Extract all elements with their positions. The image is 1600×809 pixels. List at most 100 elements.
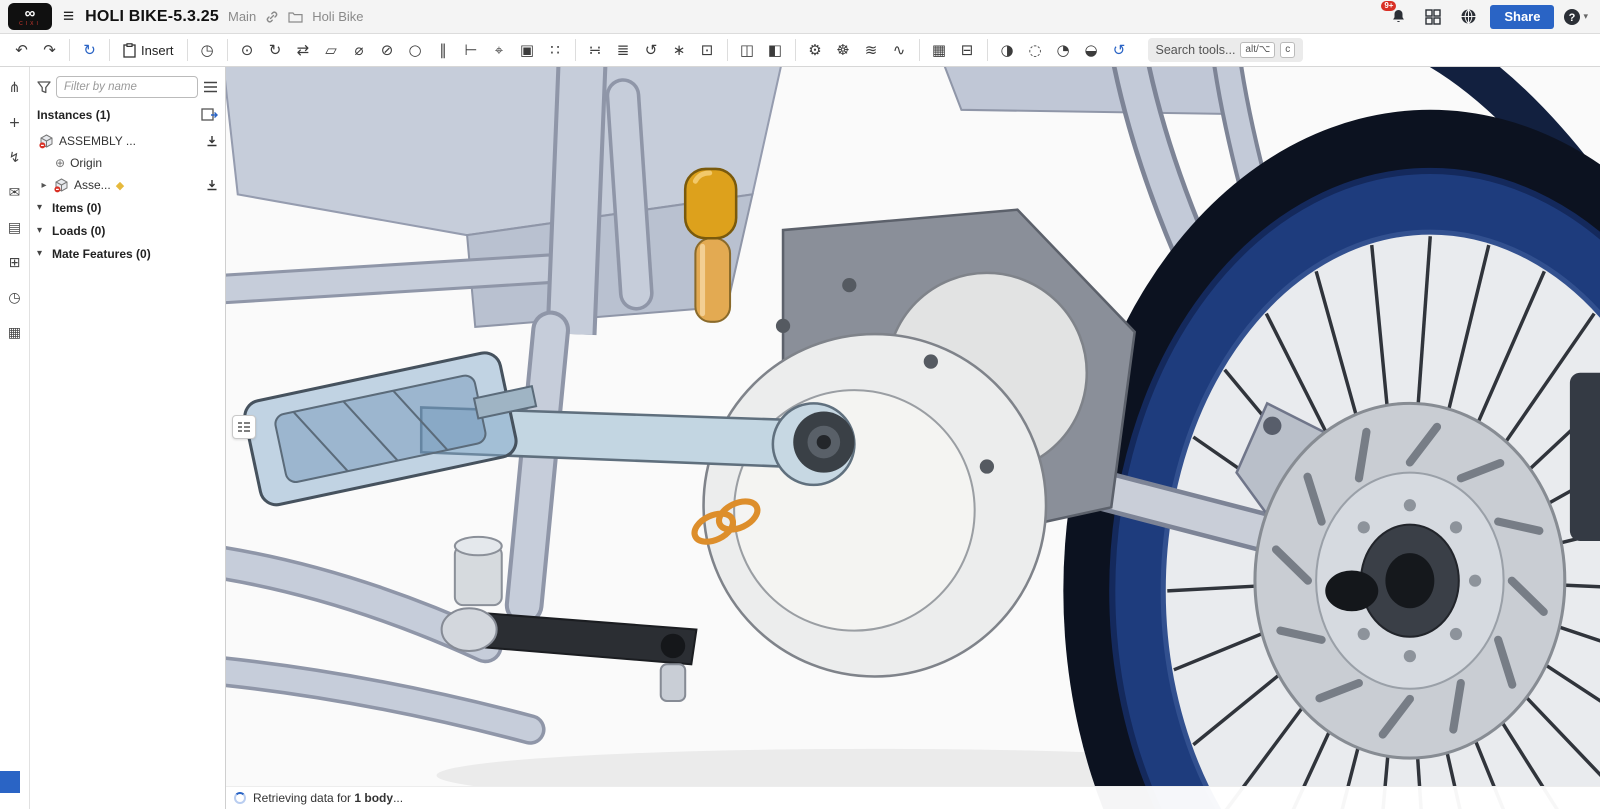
structure-tree-handle-button[interactable] — [232, 415, 256, 439]
revolute-mate-icon[interactable]: ↻ — [262, 37, 289, 63]
tree-row-origin[interactable]: ⊕ Origin — [37, 152, 218, 174]
shortcut-key-c: c — [1280, 42, 1295, 58]
comments-icon[interactable]: ✉ — [4, 182, 26, 204]
linear-pattern-icon[interactable]: ≣ — [610, 37, 637, 63]
slider-mate-icon[interactable]: ⇄ — [290, 37, 317, 63]
project-name[interactable]: Holi Bike — [312, 9, 363, 24]
toolbar-separator — [227, 39, 228, 61]
screw-relation-icon[interactable]: ≋ — [858, 37, 885, 63]
feedback-corner-button[interactable] — [0, 771, 20, 793]
cylindrical-mate-icon[interactable]: ⌀ — [346, 37, 373, 63]
redo-icon[interactable]: ↷ — [36, 37, 63, 63]
toolbar-separator — [987, 39, 988, 61]
folder-icon — [288, 11, 303, 23]
tree-row-subassembly[interactable]: ▸ Asse... ◆ — [37, 174, 218, 196]
filter-input[interactable] — [56, 76, 198, 98]
app-grid-icon[interactable] — [1420, 4, 1446, 30]
replicate-icon[interactable]: ∺ — [582, 37, 609, 63]
section-mate-features[interactable]: ▾ Mate Features (0) — [37, 242, 218, 265]
document-title: HOLI BIKE-5.3.25 — [85, 8, 219, 26]
ball-mate-icon[interactable]: ○ — [402, 37, 429, 63]
assembly-toolbar: ↶ ↷ ↻ Insert ◷⊙↻⇄▱⌀⊘○∥⊢⌖▣∷∺≣↺∗⊡◫◧⚙☸≋∿▦⊟◑… — [0, 34, 1600, 67]
isolate-icon[interactable]: ◌ — [1022, 37, 1049, 63]
belt-relation-icon[interactable]: ∿ — [886, 37, 913, 63]
release-notes-icon[interactable]: ▤ — [4, 217, 26, 239]
insert-button[interactable]: Insert — [116, 37, 181, 63]
toolbar-separator — [919, 39, 920, 61]
simulation-icon[interactable]: ↯ — [4, 147, 26, 169]
mate-connector-icon[interactable]: ⌖ — [486, 37, 513, 63]
onshape-app: { "header": { "brand": "CIXI", "logo_gly… — [0, 0, 1600, 809]
list-view-icon[interactable] — [203, 81, 218, 93]
svg-text:?: ? — [1569, 12, 1576, 24]
circular-pattern-icon[interactable]: ↺ — [638, 37, 665, 63]
chevron-down-icon: ▾ — [37, 225, 47, 236]
assembly-icon — [39, 134, 54, 149]
section-items[interactable]: ▾ Items (0) — [37, 196, 218, 219]
notifications-bell-icon[interactable]: 9+ — [1385, 4, 1411, 30]
measure-icon[interactable]: ⊟ — [954, 37, 981, 63]
expand-chevron-icon[interactable]: ▸ — [39, 180, 49, 191]
tree-row-assembly[interactable]: ASSEMBLY ... — [37, 130, 218, 152]
assembly-label: ASSEMBLY ... — [59, 134, 201, 148]
parts-list-icon[interactable]: ⊞ — [4, 252, 26, 274]
update-sync-icon[interactable]: ↻ — [76, 37, 103, 63]
cad-scene[interactable] — [226, 67, 1600, 809]
tool-icons-strip: ◷⊙↻⇄▱⌀⊘○∥⊢⌖▣∷∺≣↺∗⊡◫◧⚙☸≋∿▦⊟◑◌◔◒↺ — [194, 37, 1133, 63]
status-message: Retrieving data for 1 body... — [253, 791, 403, 805]
globe-icon[interactable] — [1455, 4, 1481, 30]
parallel-mate-icon[interactable]: ∥ — [430, 37, 457, 63]
brand-label: CIXI — [19, 22, 41, 27]
toolbar-separator — [727, 39, 728, 61]
filter-funnel-icon[interactable] — [37, 81, 51, 94]
planar-mate-icon[interactable]: ▱ — [318, 37, 345, 63]
left-icon-rail: ⋔ + ↯ ✉ ▤ ⊞ ◷ ▦ — [0, 67, 30, 809]
history-icon[interactable]: ◷ — [4, 287, 26, 309]
help-menu[interactable]: ? ▾ — [1563, 8, 1588, 26]
branch-label[interactable]: Main — [228, 9, 256, 24]
tables-icon[interactable]: ▦ — [4, 322, 26, 344]
insert-instance-icon[interactable] — [201, 108, 218, 122]
explode-view-icon[interactable]: ∗ — [666, 37, 693, 63]
history-icon[interactable]: ◷ — [194, 37, 221, 63]
section-view-icon[interactable]: ◑ — [994, 37, 1021, 63]
mate-relation-icon[interactable]: ∷ — [542, 37, 569, 63]
named-positions-icon[interactable]: ◫ — [734, 37, 761, 63]
section-loads[interactable]: ▾ Loads (0) — [37, 219, 218, 242]
top-bar: ∞ CIXI ≡ HOLI BIKE-5.3.25 Main Holi Bike… — [0, 0, 1600, 34]
follow-mode-icon[interactable]: + — [4, 112, 26, 134]
transparency-icon[interactable]: ◒ — [1078, 37, 1105, 63]
assembly-structure-icon[interactable]: ⋔ — [4, 77, 26, 99]
display-states-icon[interactable]: ◧ — [762, 37, 789, 63]
group-icon[interactable]: ▣ — [514, 37, 541, 63]
chevron-down-icon: ▾ — [37, 202, 47, 213]
snapshot-icon[interactable]: ⊡ — [694, 37, 721, 63]
cixi-logo[interactable]: ∞ CIXI — [8, 3, 52, 30]
undo-icon[interactable]: ↶ — [8, 37, 35, 63]
rack-and-pinion-relation-icon[interactable]: ☸ — [830, 37, 857, 63]
toolbar-separator — [795, 39, 796, 61]
link-icon[interactable] — [265, 10, 279, 24]
main-menu-icon[interactable]: ≡ — [61, 6, 76, 28]
fastened-mate-icon[interactable]: ⊙ — [234, 37, 261, 63]
mate-features-section-label: Mate Features (0) — [52, 247, 151, 261]
curvature-display-icon[interactable]: ↺ — [1106, 37, 1133, 63]
help-icon: ? — [1563, 8, 1581, 26]
tangent-mate-icon[interactable]: ⊢ — [458, 37, 485, 63]
bom-table-icon[interactable]: ▦ — [926, 37, 953, 63]
share-button[interactable]: Share — [1490, 5, 1554, 29]
items-section-label: Items (0) — [52, 201, 101, 215]
loads-section-label: Loads (0) — [52, 224, 105, 238]
gear-relation-icon[interactable]: ⚙ — [802, 37, 829, 63]
origin-icon: ⊕ — [55, 156, 65, 170]
brake-rotor[interactable] — [1255, 403, 1565, 758]
download-state-icon[interactable] — [206, 135, 218, 147]
hide-others-icon[interactable]: ◔ — [1050, 37, 1077, 63]
cad-viewport[interactable]: Retrieving data for 1 body... — [226, 67, 1600, 809]
search-tools-box[interactable]: Search tools... alt/⌥ c — [1148, 38, 1304, 62]
toolbar-separator — [69, 39, 70, 61]
pin-slot-mate-icon[interactable]: ⊘ — [374, 37, 401, 63]
status-bar: Retrieving data for 1 body... — [226, 786, 1600, 809]
download-state-icon[interactable] — [206, 179, 218, 191]
shortcut-key-alt: alt/⌥ — [1240, 42, 1275, 58]
